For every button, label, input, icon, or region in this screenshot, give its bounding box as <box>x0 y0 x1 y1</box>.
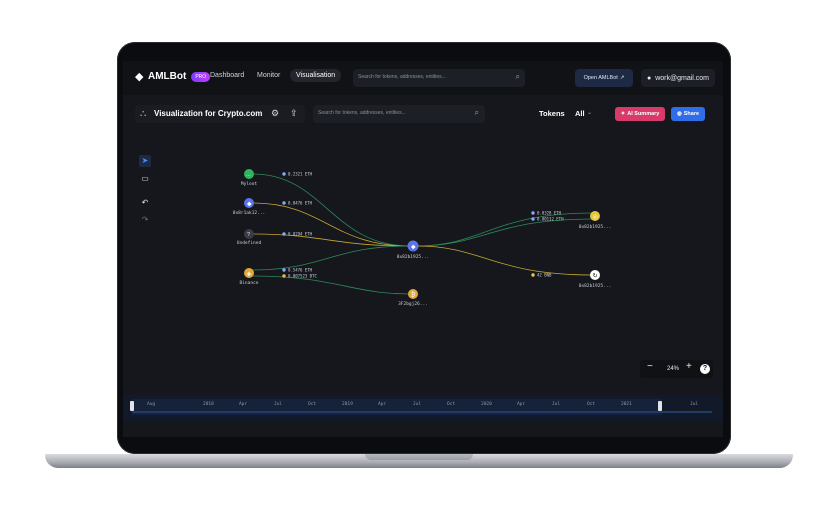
edge-binance-hub-eth[interactable] <box>252 245 410 271</box>
dots-icon: … <box>246 172 251 178</box>
app-screen: ◆ AMLBot PRO Dashboard Monitor Visualisa… <box>123 61 723 437</box>
timeline-activity <box>132 411 712 413</box>
transaction-graph[interactable]: … Myloot ◆ 0x8r1ak12... ? Undefined ◈ Bi… <box>123 61 723 437</box>
timeline-tick: Jul <box>413 402 422 407</box>
zoom-in-button[interactable]: + <box>686 361 692 372</box>
timeline-tick: Apr <box>239 402 248 407</box>
node-label: 0x82b1925... <box>579 224 612 230</box>
coin-icon: ◎ <box>593 215 598 221</box>
edge-binance-btc[interactable] <box>252 275 410 295</box>
loop-icon: ↻ <box>593 273 598 280</box>
node-binance[interactable]: ◈ Binance <box>240 268 259 286</box>
edge-0x8r-hub[interactable] <box>252 202 410 247</box>
amount-tag[interactable]: 42 BNB <box>531 273 552 278</box>
timeline-tick: 2020 <box>481 402 492 407</box>
amount-tag[interactable]: 0.0476 ETH <box>282 201 313 206</box>
amount-label: 0.00132 ETH <box>537 217 564 222</box>
timeline-end-handle[interactable] <box>658 401 662 411</box>
timeline-tick: Jul <box>690 402 699 407</box>
node-label: Undefined <box>237 240 262 246</box>
timeline-tick: Apr <box>378 402 387 407</box>
timeline-bar[interactable]: Aug 2018 Apr Jul Oct 2019 Apr Jul Oct 20… <box>123 395 723 421</box>
node-label: 0x8r1ak12... <box>233 210 266 216</box>
edge-hub-coin2[interactable] <box>416 218 594 247</box>
timeline-tick: Jul <box>552 402 561 407</box>
zoom-out-button[interactable]: − <box>647 361 653 372</box>
node-undefined[interactable]: ? Undefined <box>237 229 262 246</box>
timeline-tick: Apr <box>517 402 526 407</box>
node-label: 3F2bgj26... <box>398 301 428 307</box>
node-coin-0x82b1925[interactable]: ◎ 0x82b1925... <box>579 211 612 230</box>
amount-tag[interactable]: 0.0294 ETH <box>282 232 313 237</box>
amount-tag[interactable]: 0.00132 ETH <box>531 217 564 222</box>
amount-label: 0.007523 BTC <box>288 274 317 279</box>
amount-tag[interactable]: 0.2321 ETH <box>282 172 313 177</box>
amount-label: 0.0328 ETH <box>537 211 562 216</box>
timeline-tick: Jul <box>274 402 283 407</box>
node-label: 0x82b1925... <box>397 254 430 260</box>
edge-hub-loop[interactable] <box>416 245 594 276</box>
edge-hub-coin1[interactable] <box>416 212 594 247</box>
zoom-controls: − 24% + ? <box>640 360 713 378</box>
amount-label: 0.0294 ETH <box>288 232 313 237</box>
timeline-tick: Aug <box>147 402 156 407</box>
timeline-tick: 2021 <box>621 402 632 407</box>
amount-label: 0.0476 ETH <box>288 201 313 206</box>
timeline-start-handle[interactable] <box>130 401 134 411</box>
amount-label: 42 BNB <box>537 273 552 278</box>
node-hub-0x82b1925[interactable]: ◆ 0x82b1925... <box>397 240 430 261</box>
zoom-level: 24% <box>667 366 680 372</box>
question-icon: ? <box>247 232 250 238</box>
timeline-tick: 2019 <box>342 402 353 407</box>
binance-icon: ◈ <box>247 271 252 277</box>
amount-label: 0.2321 ETH <box>288 172 313 177</box>
timeline-tick: 2018 <box>203 402 214 407</box>
node-myloot[interactable]: … Myloot <box>241 169 258 187</box>
node-label: Binance <box>240 280 259 286</box>
ethereum-icon: ◆ <box>247 202 252 208</box>
node-loop-0x82b1925[interactable]: ↻ 0x82b1925... <box>579 270 612 289</box>
node-0x8r1ak12[interactable]: ◆ 0x8r1ak12... <box>233 198 266 216</box>
amount-tag[interactable]: 0.0328 ETH <box>531 211 562 216</box>
node-label: Myloot <box>241 181 258 187</box>
timeline-tick: Oct <box>447 402 456 407</box>
amount-tag[interactable]: 0.5476 ETH <box>282 268 313 273</box>
amount-label: 0.5476 ETH <box>288 268 313 273</box>
amount-tag[interactable]: 0.007523 BTC <box>282 274 317 279</box>
node-3f2bgj26[interactable]: ₿ 3F2bgj26... <box>398 289 428 307</box>
timeline-tick: Oct <box>587 402 596 407</box>
laptop-notch <box>365 454 473 460</box>
help-icon[interactable]: ? <box>700 364 710 374</box>
timeline-tick: Oct <box>308 402 317 407</box>
edge-myloot-hub[interactable] <box>252 173 410 247</box>
bitcoin-icon: ₿ <box>411 292 416 299</box>
node-label: 0x82b1925... <box>579 283 612 289</box>
ethereum-icon: ◆ <box>411 245 416 251</box>
